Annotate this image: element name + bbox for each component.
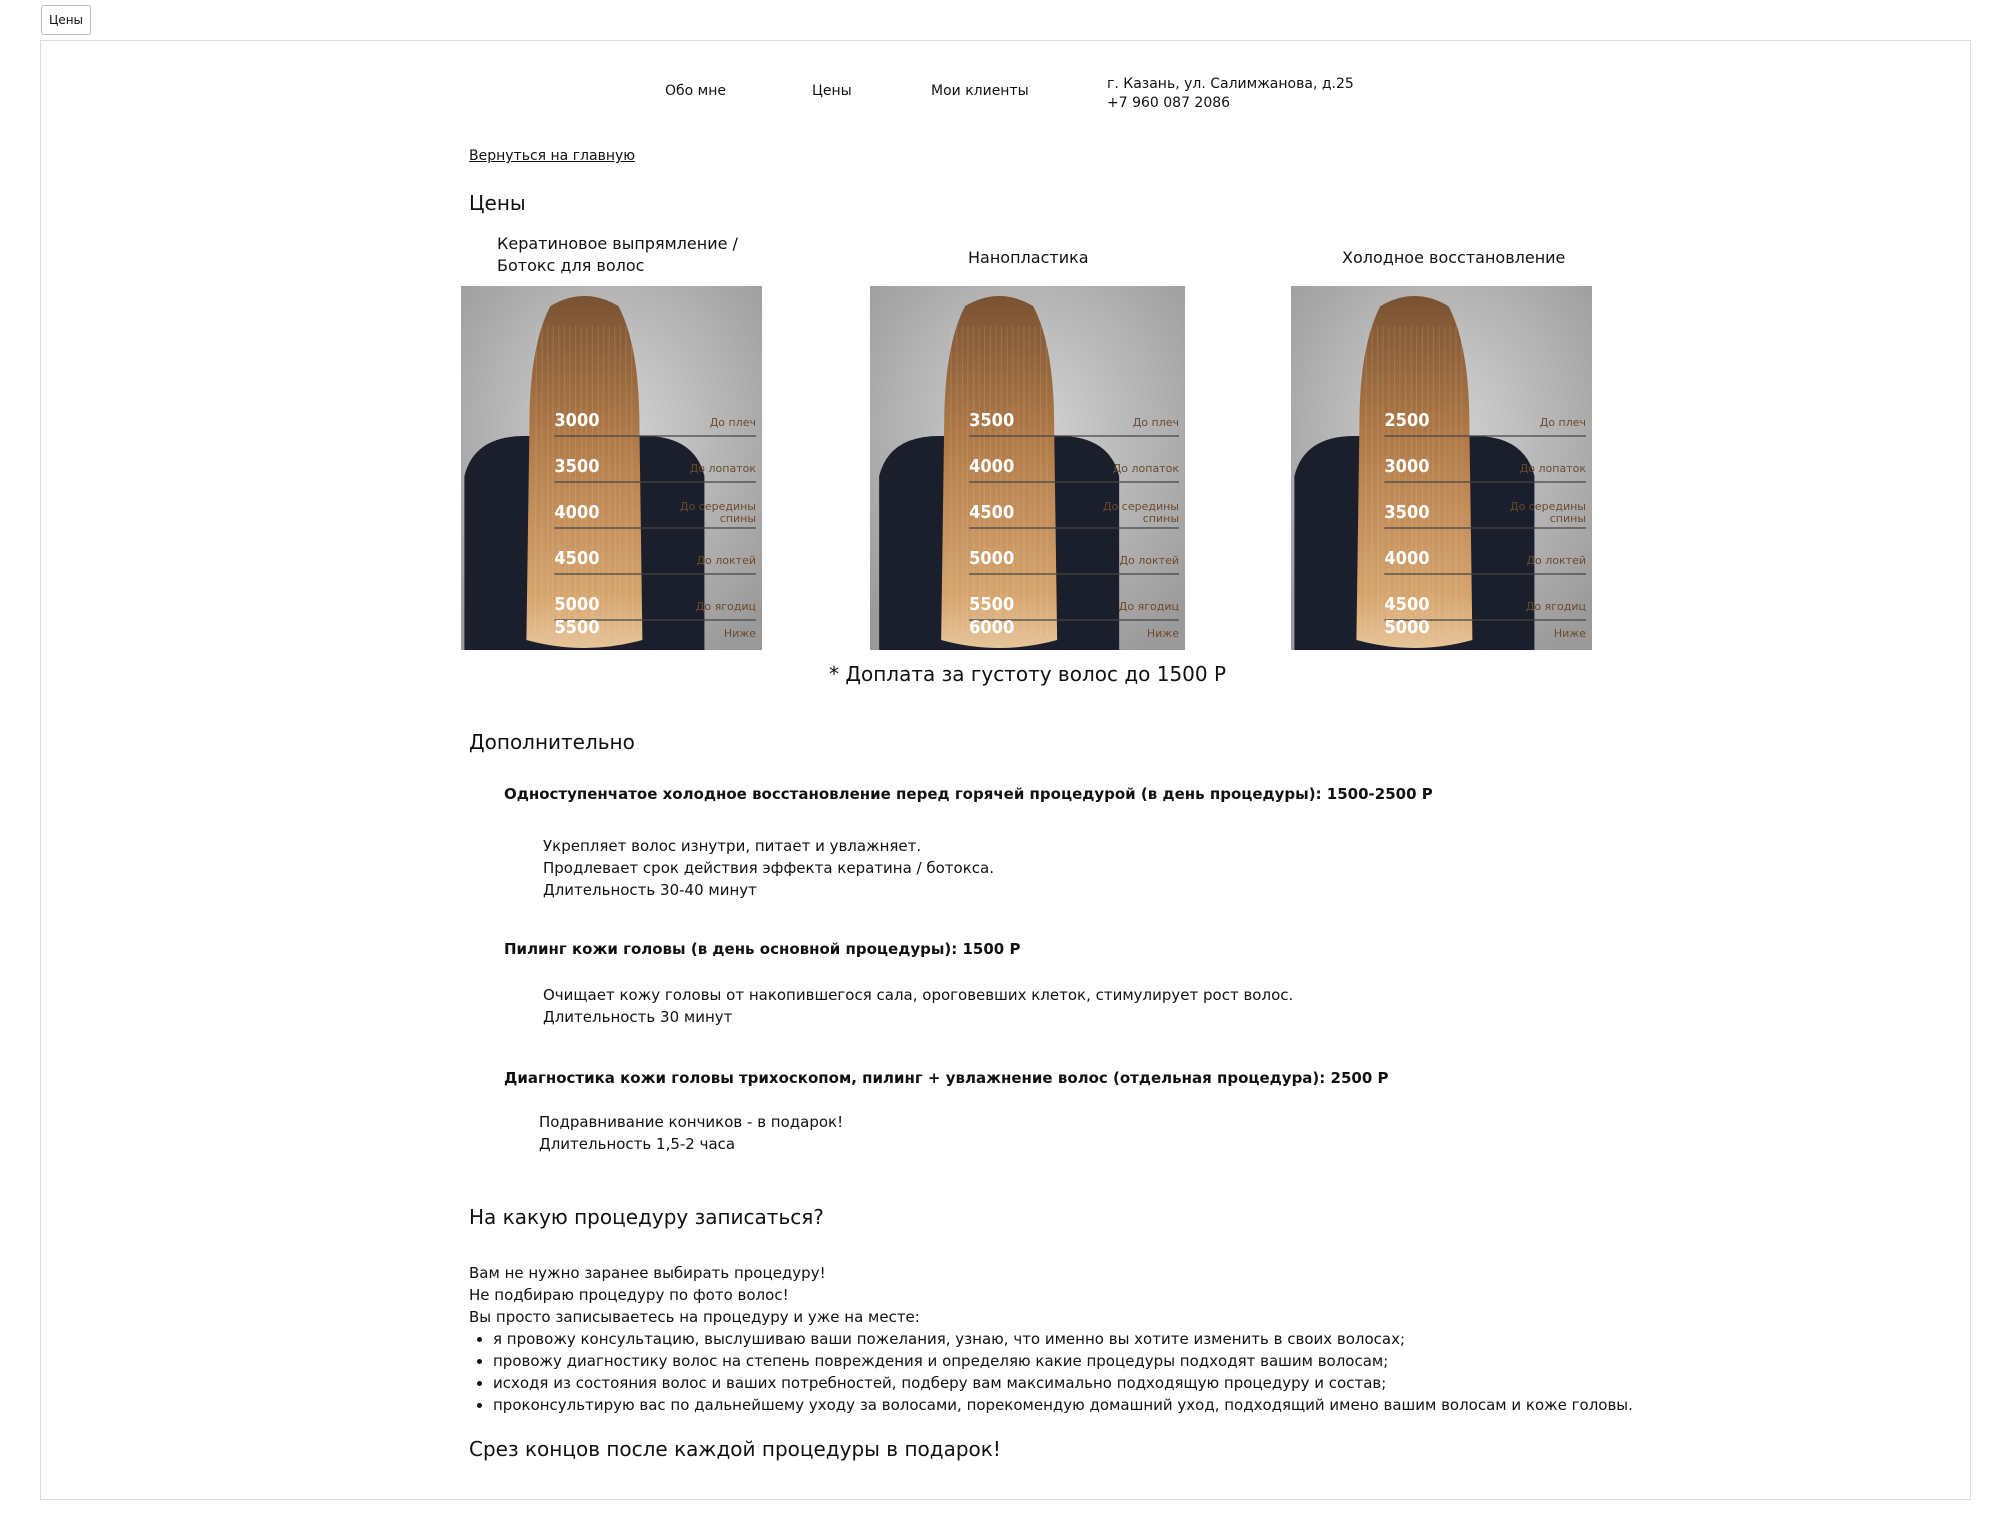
card-title-keratin-line1: Кератиновое выпрямление / (497, 234, 738, 253)
extra-item-title: Пилинг кожи головы (в день основной проц… (504, 940, 1021, 958)
price-label: 4000 (554, 502, 599, 523)
page-label-tab[interactable]: Цены (41, 5, 92, 35)
price-label: 3000 (554, 410, 599, 431)
extra-heading: Дополнительно (469, 730, 635, 754)
price-label: 3500 (1384, 502, 1429, 523)
card-title-keratin: Кератиновое выпрямление / Ботокс для вол… (497, 233, 738, 277)
surcharge-note: * Доплата за густоту волос до 1500 Р (829, 662, 1227, 686)
length-label: До ягодиц (696, 600, 756, 613)
price-label: 4000 (969, 456, 1014, 477)
extra-item-line: Очищает кожу головы от накопившегося сал… (543, 986, 1294, 1004)
price-label: 4500 (554, 548, 599, 569)
extra-item-description: Очищает кожу головы от накопившегося сал… (543, 984, 1293, 1028)
length-label: спины (720, 512, 756, 525)
length-label: До плеч (1133, 416, 1179, 429)
price-label: 5000 (554, 594, 599, 615)
list-item: провожу диагностику волос на степень пов… (493, 1350, 1633, 1372)
procedure-steps-list: я провожу консультацию, выслушиваю ваши … (469, 1328, 1633, 1416)
price-label: 5000 (1384, 617, 1429, 638)
price-image-nanoplasty: 3500 До плеч 4000 До лопаток 4500 До середины… (870, 286, 1185, 650)
length-label: До плеч (710, 416, 756, 429)
extra-item-line: Укрепляет волос изнутри, питает и увлажн… (543, 837, 922, 855)
length-label: До ягодиц (1526, 600, 1586, 613)
extra-item-line: Продлевает срок действия эффекта кератин… (543, 859, 994, 877)
price-label: 3000 (1384, 456, 1429, 477)
extra-item-line: Длительность 1,5-2 часа (539, 1135, 736, 1153)
price-label: 5500 (969, 594, 1014, 615)
length-label: До лопаток (1520, 462, 1587, 475)
extra-item-title: Диагностика кожи головы трихоскопом, пил… (504, 1069, 1389, 1087)
price-image-keratin: 3000 До плеч 3500 До лопаток 4000 До середины… (461, 286, 762, 650)
length-label: До ягодиц (1119, 600, 1179, 613)
nav-link-clients[interactable]: Мои клиенты (931, 83, 1029, 99)
extra-item-description: Подравнивание кончиков - в подарок! Длит… (539, 1111, 843, 1155)
intro-line: Вам не нужно заранее выбирать процедуру! (469, 1264, 826, 1282)
extra-item-line: Длительность 30 минут (543, 1008, 733, 1026)
extra-item-title: Одноступенчатое холодное восстановление … (504, 785, 1433, 803)
list-item: проконсультирую вас по дальнейшему уходу… (493, 1394, 1633, 1416)
gift-note: Срез концов после каждой процедуры в под… (469, 1437, 1001, 1461)
contact-address: г. Казань, ул. Салимжанова, д.25 (1107, 76, 1354, 92)
prices-heading: Цены (469, 191, 526, 215)
price-label: 6000 (969, 617, 1014, 638)
extra-item-line: Длительность 30-40 минут (543, 881, 757, 899)
length-label: До плеч (1540, 416, 1586, 429)
card-title-cold-restoration: Холодное восстановление (1342, 248, 1566, 267)
length-label: спины (1550, 512, 1586, 525)
price-label: 5000 (969, 548, 1014, 569)
intro-text: Вам не нужно заранее выбирать процедуру!… (469, 1262, 920, 1328)
hair-price-svg: 2500 До плеч3000 До лопаток3500 До середины… (1291, 286, 1592, 650)
intro-line: Не подбираю процедуру по фото волос! (469, 1286, 789, 1304)
price-label: 2500 (1384, 410, 1429, 431)
length-label: Ниже (1554, 627, 1586, 640)
length-label: До локтей (1526, 554, 1586, 567)
price-image-cold-restoration: 2500 До плеч 3000 До лопаток 3500 До середины… (1291, 286, 1592, 650)
extra-item-line: Подравнивание кончиков - в подарок! (539, 1113, 844, 1131)
length-label: Ниже (724, 627, 756, 640)
hair-price-svg: 3500 До плеч4000 До лопаток4500 До середины… (870, 286, 1185, 650)
list-item: исходя из состояния волос и ваших потреб… (493, 1372, 1633, 1394)
list-item: я провожу консультацию, выслушиваю ваши … (493, 1328, 1633, 1350)
length-label: спины (1143, 512, 1179, 525)
price-label: 4500 (1384, 594, 1429, 615)
price-label: 5500 (554, 617, 599, 638)
extra-item-description: Укрепляет волос изнутри, питает и увлажн… (543, 835, 994, 901)
card-title-nanoplasty: Нанопластика (968, 248, 1089, 267)
nav-link-about[interactable]: Обо мне (665, 83, 726, 99)
card-title-keratin-line2: Ботокс для волос (497, 256, 645, 275)
contact-phone[interactable]: +7 960 087 2086 (1107, 94, 1354, 113)
length-label: До локтей (1119, 554, 1179, 567)
length-label: До локтей (696, 554, 756, 567)
intro-line: Вы просто записываетесь на процедуру и у… (469, 1308, 920, 1326)
hair-price-svg: 3000 До плеч3500 До лопаток4000 До середины… (461, 286, 762, 650)
nav-link-prices[interactable]: Цены (812, 83, 852, 99)
length-label: Ниже (1147, 627, 1179, 640)
contact-block: г. Казань, ул. Салимжанова, д.25 +7 960 … (1107, 75, 1354, 113)
which-procedure-heading: На какую процедуру записаться? (469, 1205, 824, 1229)
price-label: 4500 (969, 502, 1014, 523)
price-label: 3500 (554, 456, 599, 477)
length-label: До лопаток (690, 462, 757, 475)
length-label: До лопаток (1113, 462, 1180, 475)
price-label: 4000 (1384, 548, 1429, 569)
price-label: 3500 (969, 410, 1014, 431)
back-to-home-link[interactable]: Вернуться на главную (469, 148, 635, 164)
